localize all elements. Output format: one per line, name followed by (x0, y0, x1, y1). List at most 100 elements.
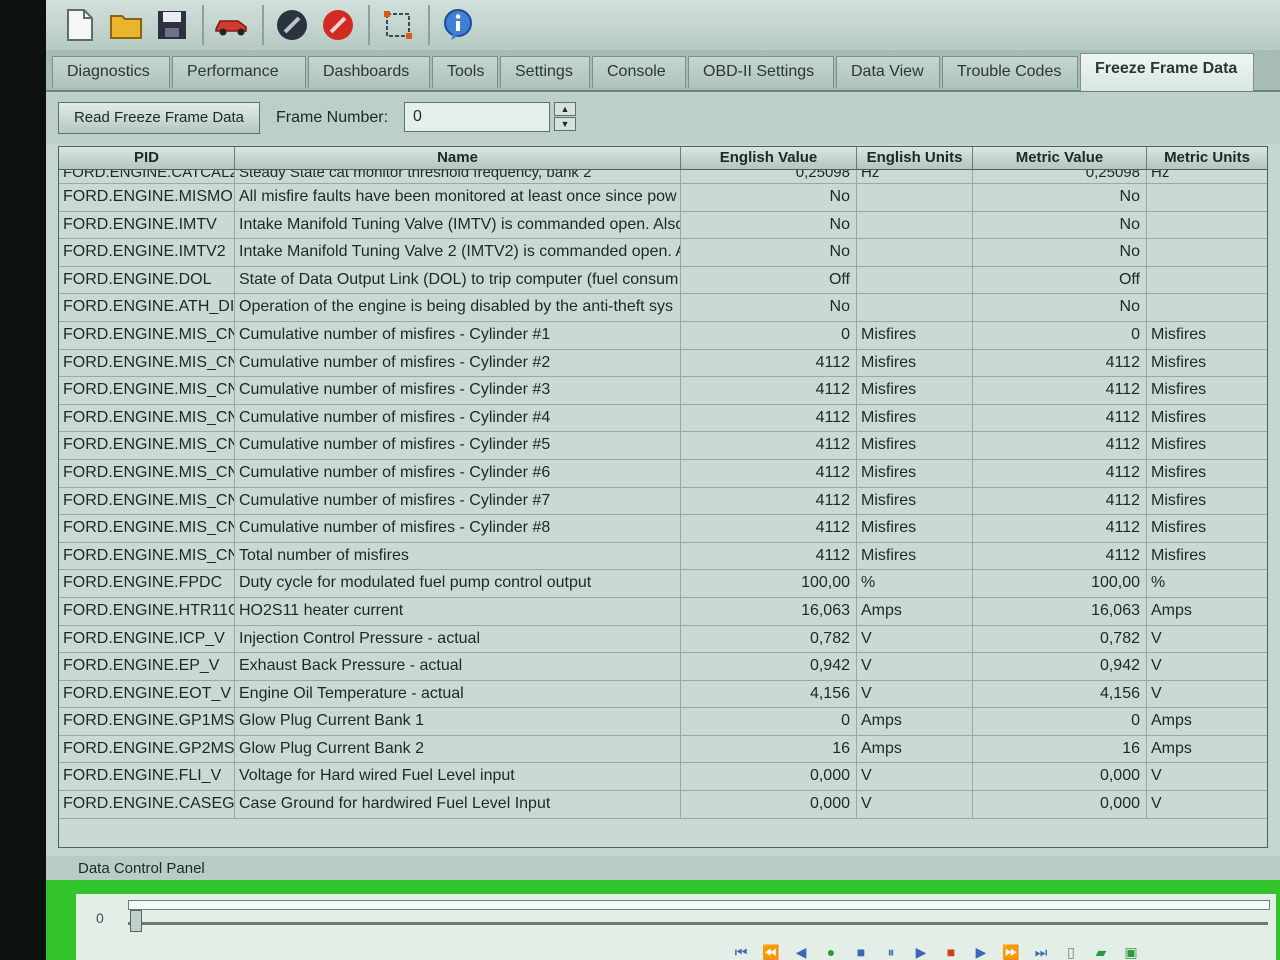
table-row[interactable]: FORD.ENGINE.EP_V Exhaust Back Pressure - … (59, 653, 1267, 681)
frame-number-decrement[interactable]: ▼ (554, 117, 576, 131)
frame-number-increment[interactable]: ▲ (554, 102, 576, 116)
play-icon[interactable]: ▶ (910, 944, 932, 960)
frame-slider-handle[interactable] (130, 910, 142, 932)
table-row[interactable]: FORD.ENGINE.IMTV2 Intake Manifold Tuning … (59, 239, 1267, 267)
table-row[interactable]: FORD.ENGINE.GP1MS Glow Plug Current Bank … (59, 708, 1267, 736)
cell-name: Operation of the engine is being disable… (235, 294, 681, 321)
rewind-icon[interactable]: ⏪ (760, 944, 782, 960)
table-row[interactable]: FORD.ENGINE.MIS_CNT Cumulative number of … (59, 404, 1267, 433)
tab-console[interactable]: Console (592, 56, 686, 88)
cell-english-units: % (857, 570, 973, 597)
cell-english-value: 0,942 (681, 653, 857, 680)
cell-metric-value: 4112 (973, 487, 1147, 515)
cell-metric-units (1147, 267, 1267, 294)
read-freeze-frame-data-button[interactable]: Read Freeze Frame Data (58, 102, 260, 134)
table-row[interactable]: FORD.ENGINE.IMTV Intake Manifold Tuning V… (59, 211, 1267, 240)
file-icon[interactable]: ▯ (1060, 944, 1082, 960)
cell-name: Cumulative number of misfires - Cylinder… (235, 321, 681, 349)
table-row[interactable]: FORD.ENGINE.MIS_CNT Cumulative number of … (59, 515, 1267, 543)
cell-metric-value: 0 (973, 708, 1147, 735)
playback-area: 0 ⏮ ⏪ ◀ ● ■ ⏸ ▶ ■ ▶ ⏩ ⏭ ▯ ▰ ▣ (76, 894, 1276, 960)
table-row[interactable]: FORD.ENGINE.FLI_V Voltage for Hard wired … (59, 763, 1267, 792)
table-row[interactable]: FORD.ENGINE.CASEGNDCase Ground for hardw… (59, 791, 1267, 819)
chevron-down-icon: ▼ (560, 119, 570, 129)
cell-english-units (857, 266, 973, 294)
column-header-metric-value[interactable]: Metric Value (973, 147, 1147, 169)
cell-english-value: 16,063 (681, 597, 857, 625)
tab-data-view[interactable]: Data View (836, 56, 940, 88)
capture-icon[interactable] (378, 5, 418, 45)
table-row[interactable]: FORD.ENGINE.MIS_CNT Cumulative number of … (59, 487, 1267, 516)
cell-pid: FORD.ENGINE.HTR11CM (59, 597, 235, 625)
skip-end-icon[interactable]: ⏭ (1030, 944, 1052, 960)
folder-icon[interactable]: ▰ (1090, 944, 1112, 960)
table-row[interactable]: FORD.ENGINE.MISMON All misfire faults hav… (59, 184, 1267, 212)
table-row[interactable]: FORD.ENGINE.MIS_CNT Cumulative number of … (59, 349, 1267, 378)
table-row[interactable]: FORD.ENGINE.EOT_V Engine Oil Temperature … (59, 680, 1267, 709)
cell-english-value: 0,000 (681, 791, 857, 818)
cell-name: Total number of misfires (235, 542, 681, 570)
vehicle-icon[interactable] (212, 5, 252, 45)
record-icon[interactable]: ● (820, 944, 842, 960)
column-header-name[interactable]: Name (235, 147, 681, 169)
cell-metric-units: Amps (1151, 712, 1192, 730)
tab-tools[interactable]: Tools (432, 56, 498, 88)
cell-name: HO2S11 heater current (235, 597, 681, 625)
table-row[interactable]: FORD.ENGINE.MIS_CNT Cumulative number of … (59, 432, 1267, 460)
table-row[interactable]: FORD.ENGINE.ICP_V Injection Control Press… (59, 625, 1267, 654)
stop-record-icon[interactable]: ■ (940, 944, 962, 960)
cell-metric-value: 0,782 (973, 625, 1147, 653)
table-row[interactable]: FORD.ENGINE.MIS_CNT Cumulative number of … (59, 377, 1267, 405)
table-row[interactable]: FORD.ENGINE.FPDC Duty cycle for modulated… (59, 570, 1267, 598)
cell-pid: FORD.ENGINE.MIS_CNT (59, 459, 235, 487)
table-row[interactable]: FORD.ENGINE.CATCAL2 Steady State cat moni… (59, 170, 1267, 184)
tab-freeze-frame-data[interactable]: Freeze Frame Data (1080, 53, 1254, 91)
column-header-pid[interactable]: PID (59, 147, 235, 169)
tab-diagnostics[interactable]: Diagnostics (52, 56, 170, 88)
table-row[interactable]: FORD.ENGINE.DOL State of Data Output Link… (59, 266, 1267, 295)
table-row[interactable]: FORD.ENGINE.GP2MS Glow Plug Current Bank … (59, 735, 1267, 764)
frame-number-input[interactable] (404, 102, 550, 132)
fast-forward-icon[interactable]: ⏩ (1000, 944, 1022, 960)
table-row[interactable]: FORD.ENGINE.HTR11CM HO2S11 heater current… (59, 597, 1267, 626)
cell-name: Cumulative number of misfires - Cylinder… (235, 515, 681, 542)
info-icon[interactable] (438, 5, 478, 45)
cell-pid: FORD.ENGINE.ATH_DIS (59, 294, 235, 321)
disconnect-icon[interactable] (318, 5, 358, 45)
cell-metric-units: V (1151, 684, 1162, 702)
cell-english-units: Misfires (857, 459, 973, 487)
step-back-icon[interactable]: ◀ (790, 944, 812, 960)
skip-start-icon[interactable]: ⏮ (730, 944, 752, 960)
connect-icon[interactable] (272, 5, 312, 45)
tab-obd-ii-settings[interactable]: OBD-II Settings (688, 56, 834, 88)
cell-english-value: 4112 (681, 404, 857, 432)
stop-icon[interactable]: ■ (850, 944, 872, 960)
cell-name: Case Ground for hardwired Fuel Level Inp… (235, 791, 681, 818)
toolbar-separator (262, 5, 264, 45)
column-header-english-units[interactable]: English Units (857, 147, 973, 169)
table-row[interactable]: FORD.ENGINE.ATH_DIS Operation of the engi… (59, 294, 1267, 322)
tab-settings[interactable]: Settings (500, 56, 590, 88)
cell-metric-value: 0,25098 (973, 170, 1147, 183)
cell-english-value: 4112 (681, 432, 857, 459)
tab-performance[interactable]: Performance (172, 56, 306, 88)
save-log-icon[interactable]: ▣ (1120, 944, 1142, 960)
table-row[interactable]: FORD.ENGINE.MIS_CNT Total number of misfi… (59, 542, 1267, 571)
pause-icon[interactable]: ⏸ (880, 944, 902, 960)
chevron-up-icon: ▲ (560, 104, 570, 114)
cell-name: Cumulative number of misfires - Cylinder… (235, 432, 681, 459)
cell-name: Glow Plug Current Bank 1 (235, 708, 681, 735)
column-header-metric-units[interactable]: Metric Units (1147, 147, 1267, 169)
table-row[interactable]: FORD.ENGINE.MIS_CNT Cumulative number of … (59, 321, 1267, 350)
save-icon[interactable] (152, 5, 192, 45)
cell-english-units: Misfires (857, 487, 973, 515)
tab-trouble-codes[interactable]: Trouble Codes (942, 56, 1078, 88)
step-forward-icon[interactable]: ▶ (970, 944, 992, 960)
tab-dashboards[interactable]: Dashboards (308, 56, 430, 88)
cell-english-value: 0,25098 (681, 170, 857, 183)
open-folder-icon[interactable] (106, 5, 146, 45)
table-row[interactable]: FORD.ENGINE.MIS_CNT Cumulative number of … (59, 459, 1267, 488)
column-header-english-value[interactable]: English Value (681, 147, 857, 169)
frame-slider-track[interactable] (128, 922, 1268, 925)
new-file-icon[interactable] (60, 5, 100, 45)
